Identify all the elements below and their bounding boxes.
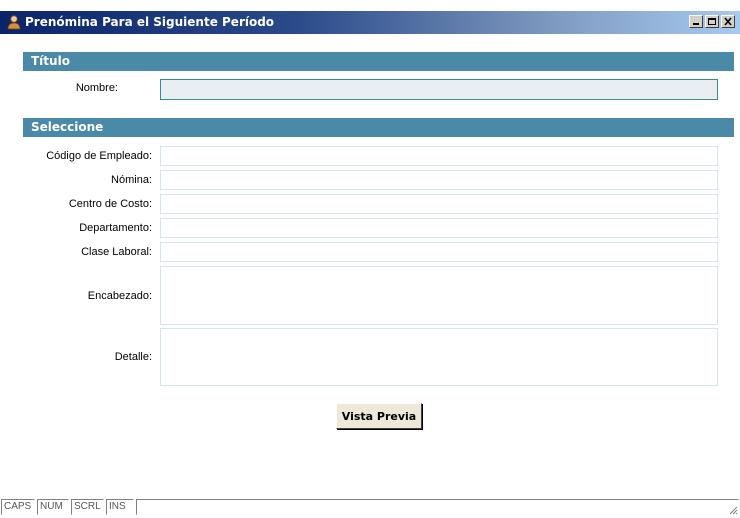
nombre-label: Nombre: bbox=[75, 82, 118, 94]
nomina-label: Nómina: bbox=[111, 174, 152, 186]
clase-laboral-field[interactable] bbox=[160, 242, 718, 262]
close-icon[interactable] bbox=[721, 15, 735, 28]
section-header-seleccione: Seleccione bbox=[23, 118, 734, 137]
nombre-field[interactable] bbox=[160, 79, 718, 100]
nomina-field[interactable] bbox=[160, 170, 718, 190]
detalle-textarea[interactable] bbox=[160, 328, 718, 386]
encabezado-label: Encabezado: bbox=[87, 290, 152, 302]
clase-laboral-label: Clase Laboral: bbox=[81, 246, 152, 258]
status-caps: CAPS bbox=[1, 499, 35, 515]
resize-grip-icon[interactable] bbox=[728, 505, 738, 515]
window-title: Prenómina Para el Siguiente Período bbox=[25, 15, 275, 29]
status-ins: INS bbox=[106, 499, 134, 515]
departamento-label: Departamento: bbox=[79, 222, 152, 234]
user-icon bbox=[6, 14, 22, 30]
vista-previa-button[interactable]: Vista Previa bbox=[336, 403, 422, 429]
codigo-empleado-label: Código de Empleado: bbox=[46, 150, 152, 162]
window-titlebar[interactable]: Prenómina Para el Siguiente Período bbox=[0, 11, 740, 34]
minimize-icon[interactable] bbox=[689, 15, 703, 28]
departamento-field[interactable] bbox=[160, 218, 718, 238]
centro-costo-label: Centro de Costo: bbox=[68, 198, 152, 210]
status-scrl: SCRL bbox=[71, 499, 104, 515]
status-bar: CAPS NUM SCRL INS bbox=[0, 497, 740, 517]
centro-costo-field[interactable] bbox=[160, 194, 718, 214]
maximize-icon[interactable] bbox=[705, 15, 719, 28]
detalle-label: Detalle: bbox=[114, 351, 152, 363]
status-num: NUM bbox=[37, 499, 69, 515]
status-message bbox=[136, 499, 739, 515]
codigo-empleado-field[interactable] bbox=[160, 146, 718, 166]
section-header-titulo: Título bbox=[23, 52, 734, 71]
encabezado-textarea[interactable] bbox=[160, 266, 718, 325]
